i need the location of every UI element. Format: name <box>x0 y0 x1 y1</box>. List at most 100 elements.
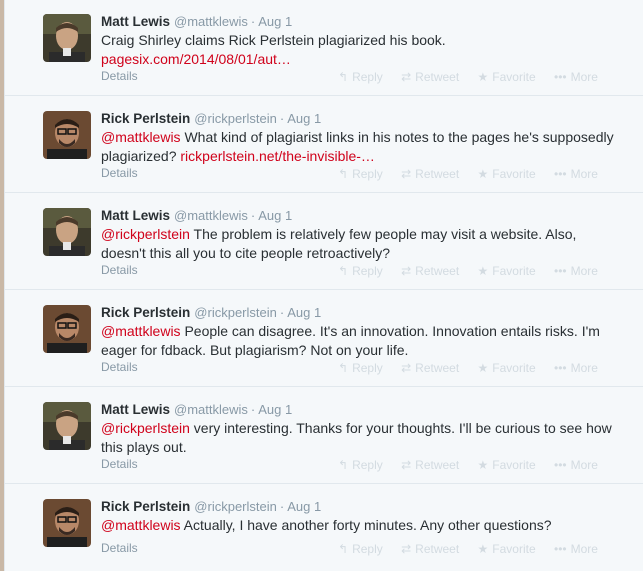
retweet-button[interactable]: ⇄ Retweet <box>401 70 459 84</box>
details-link[interactable]: Details <box>101 166 138 180</box>
author-name[interactable]: Rick Perlstein <box>101 499 190 514</box>
reply-button[interactable]: ↰ Reply <box>338 542 383 556</box>
more-button[interactable]: ••• More <box>554 70 598 84</box>
details-link[interactable]: Details <box>101 541 138 555</box>
author-name[interactable]: Rick Perlstein <box>101 305 190 320</box>
retweet-label: Retweet <box>415 264 460 278</box>
avatar-matt-lewis[interactable] <box>43 208 91 256</box>
author-username[interactable]: @rickperlstein <box>194 111 277 126</box>
reply-button[interactable]: ↰ Reply <box>338 70 383 84</box>
details-link[interactable]: Details <box>101 69 138 83</box>
star-icon: ★ <box>477 167 489 181</box>
retweet-label: Retweet <box>415 167 460 181</box>
tweet-header: Rick Perlstein @rickperlstein · Aug 1 <box>101 304 321 322</box>
more-button[interactable]: ••• More <box>554 167 598 181</box>
tweet-actions: ↰ Reply ⇄ Retweet ★ Favorite ••• More <box>338 542 613 556</box>
tweet[interactable]: Rick Perlstein @rickperlstein · Aug 1 @matt… <box>5 291 643 387</box>
mention-link[interactable]: @rickperlstein <box>101 226 190 242</box>
reply-icon: ↰ <box>338 458 349 472</box>
favorite-button[interactable]: ★ Favorite <box>478 264 536 278</box>
avatar-rick-perlstein[interactable] <box>43 305 91 353</box>
mention-link[interactable]: @rickperlstein <box>101 420 190 436</box>
more-button[interactable]: ••• More <box>554 542 598 556</box>
timestamp[interactable]: Aug 1 <box>258 402 292 417</box>
more-button[interactable]: ••• More <box>554 361 598 375</box>
avatar-rick-perlstein[interactable] <box>43 111 91 159</box>
star-icon: ★ <box>477 542 489 556</box>
details-link[interactable]: Details <box>101 457 138 471</box>
more-button[interactable]: ••• More <box>554 264 598 278</box>
tweet-link[interactable]: rickperlstein.net/the-invisible-… <box>180 148 375 164</box>
tweet-link[interactable]: pagesix.com/2014/08/01/aut… <box>101 51 291 67</box>
star-icon: ★ <box>477 458 489 472</box>
avatar-rick-perlstein[interactable] <box>43 499 91 547</box>
mention-link[interactable]: @mattklewis <box>101 129 181 145</box>
avatar-matt-lewis[interactable] <box>43 402 91 450</box>
reply-icon: ↰ <box>338 361 349 375</box>
retweet-label: Retweet <box>415 458 460 472</box>
author-name[interactable]: Matt Lewis <box>101 402 170 417</box>
favorite-label: Favorite <box>492 70 536 84</box>
mention-link[interactable]: @mattklewis <box>101 517 181 533</box>
tweet-actions: ↰ Reply ⇄ Retweet ★ Favorite ••• More <box>338 264 613 278</box>
timestamp[interactable]: Aug 1 <box>287 305 321 320</box>
retweet-button[interactable]: ⇄ Retweet <box>401 361 459 375</box>
favorite-button[interactable]: ★ Favorite <box>478 167 536 181</box>
favorite-button[interactable]: ★ Favorite <box>478 542 536 556</box>
retweet-button[interactable]: ⇄ Retweet <box>401 264 459 278</box>
timestamp[interactable]: Aug 1 <box>258 14 292 29</box>
favorite-button[interactable]: ★ Favorite <box>478 458 536 472</box>
timestamp[interactable]: Aug 1 <box>287 111 321 126</box>
author-username[interactable]: @rickperlstein <box>194 499 277 514</box>
reply-label: Reply <box>352 361 383 375</box>
mention-link[interactable]: @mattklewis <box>101 323 181 339</box>
tweet-text: @mattklewis People can disagree. It's an… <box>101 322 621 360</box>
author-username[interactable]: @mattklewis <box>174 208 248 223</box>
tweet[interactable]: Matt Lewis @mattklewis · Aug 1 @rickperlste… <box>5 388 643 484</box>
timestamp[interactable]: Aug 1 <box>258 208 292 223</box>
retweet-button[interactable]: ⇄ Retweet <box>401 458 459 472</box>
reply-button[interactable]: ↰ Reply <box>338 361 383 375</box>
reply-icon: ↰ <box>338 167 349 181</box>
favorite-button[interactable]: ★ Favorite <box>478 361 536 375</box>
tweet-header: Rick Perlstein @rickperlstein · Aug 1 <box>101 110 321 128</box>
tweet-actions: ↰ Reply ⇄ Retweet ★ Favorite ••• More <box>338 361 613 375</box>
retweet-button[interactable]: ⇄ Retweet <box>401 167 459 181</box>
author-username[interactable]: @mattklewis <box>174 402 248 417</box>
author-username[interactable]: @mattklewis <box>174 14 248 29</box>
more-label: More <box>570 264 598 278</box>
author-name[interactable]: Rick Perlstein <box>101 111 190 126</box>
author-name[interactable]: Matt Lewis <box>101 208 170 223</box>
tweet-actions: ↰ Reply ⇄ Retweet ★ Favorite ••• More <box>338 70 613 84</box>
separator: · <box>279 305 285 320</box>
more-icon: ••• <box>554 70 567 84</box>
tweet[interactable]: Matt Lewis @mattklewis · Aug 1 @rickperlste… <box>5 194 643 290</box>
retweet-button[interactable]: ⇄ Retweet <box>401 542 459 556</box>
details-link[interactable]: Details <box>101 263 138 277</box>
reply-label: Reply <box>352 70 383 84</box>
tweet[interactable]: Rick Perlstein @rickperlstein · Aug 1 @matt… <box>5 485 643 567</box>
star-icon: ★ <box>477 264 489 278</box>
author-username[interactable]: @rickperlstein <box>194 305 277 320</box>
details-link[interactable]: Details <box>101 360 138 374</box>
reply-icon: ↰ <box>338 264 349 278</box>
reply-icon: ↰ <box>338 70 349 84</box>
author-name[interactable]: Matt Lewis <box>101 14 170 29</box>
tweet-header: Matt Lewis @mattklewis · Aug 1 <box>101 13 292 31</box>
retweet-icon: ⇄ <box>401 361 412 375</box>
reply-button[interactable]: ↰ Reply <box>338 167 383 181</box>
reply-button[interactable]: ↰ Reply <box>338 264 383 278</box>
separator: · <box>250 208 256 223</box>
tweet[interactable]: Matt Lewis @mattklewis · Aug 1 Craig Shirle… <box>5 0 643 96</box>
timestamp[interactable]: Aug 1 <box>287 499 321 514</box>
favorite-button[interactable]: ★ Favorite <box>478 70 536 84</box>
more-button[interactable]: ••• More <box>554 458 598 472</box>
reply-button[interactable]: ↰ Reply <box>338 458 383 472</box>
star-icon: ★ <box>477 361 489 375</box>
favorite-label: Favorite <box>492 458 536 472</box>
tweet[interactable]: Rick Perlstein @rickperlstein · Aug 1 @matt… <box>5 97 643 193</box>
favorite-label: Favorite <box>492 167 536 181</box>
avatar-matt-lewis[interactable] <box>43 14 91 62</box>
more-icon: ••• <box>554 542 567 556</box>
tweet-text: @rickperlstein The problem is relatively… <box>101 225 621 263</box>
